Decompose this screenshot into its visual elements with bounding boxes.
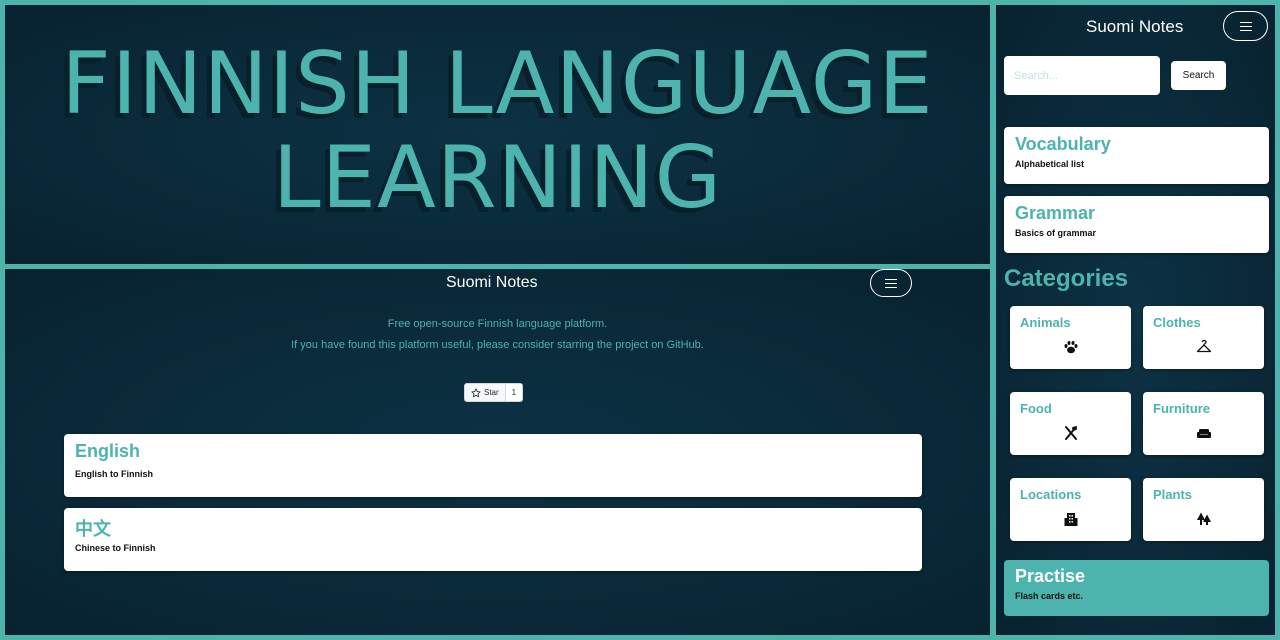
practise-card[interactable]: Practise Flash cards etc. (1004, 560, 1269, 616)
category-tile-food[interactable]: Food (1010, 392, 1131, 455)
grammar-subtitle: Basics of grammar (1015, 228, 1097, 238)
hanger-icon (1196, 339, 1211, 353)
trees-icon (1196, 512, 1211, 525)
site-title[interactable]: Suomi Notes (446, 274, 538, 292)
building-icon (1064, 513, 1077, 526)
category-label: Clothes (1153, 315, 1201, 330)
home-screenshot: Suomi Notes Free open-source Finnish lan… (5, 269, 990, 635)
category-label: Food (1020, 401, 1052, 416)
star-count[interactable]: 1 (505, 384, 523, 401)
site-title[interactable]: Suomi Notes (1086, 17, 1183, 37)
github-star-widget: Star 1 (464, 383, 524, 402)
category-tile-clothes[interactable]: Clothes (1143, 306, 1264, 369)
grammar-card[interactable]: Grammar Basics of grammar (1004, 196, 1269, 253)
language-card-title: 中文 (75, 519, 111, 539)
hamburger-icon (1239, 21, 1252, 31)
tagline-primary: Free open-source Finnish language platfo… (387, 318, 608, 330)
language-card-subtitle: English to Finnish (75, 469, 153, 479)
sidebar-screenshot: Suomi Notes Search Vocabulary Alphabetic… (996, 5, 1275, 635)
categories-heading: Categories (1004, 265, 1129, 292)
menu-toggle-button[interactable] (870, 269, 912, 297)
star-icon (471, 387, 481, 397)
vocabulary-card[interactable]: Vocabulary Alphabetical list (1004, 127, 1269, 184)
language-card-chinese[interactable]: 中文 Chinese to Finnish (64, 508, 922, 571)
hero-title-line-2: LEARNING (272, 128, 723, 228)
practise-title: Practise (1015, 566, 1086, 586)
hero-banner: FINNISH LANGUAGE LEARNING (5, 5, 990, 264)
paw-icon (1064, 341, 1077, 354)
category-label: Locations (1020, 487, 1082, 502)
search-button[interactable]: Search (1171, 61, 1226, 90)
practise-subtitle: Flash cards etc. (1015, 591, 1084, 601)
grammar-title: Grammar (1015, 203, 1096, 223)
vocabulary-subtitle: Alphabetical list (1015, 159, 1085, 169)
category-tile-animals[interactable]: Animals (1010, 306, 1131, 369)
category-tile-locations[interactable]: Locations (1010, 478, 1131, 541)
language-card-title: English (75, 441, 141, 461)
search-input[interactable] (1004, 56, 1160, 95)
menu-toggle-button[interactable] (1223, 11, 1268, 41)
utensils-icon (1064, 426, 1077, 440)
hamburger-icon (885, 278, 897, 288)
category-label: Animals (1020, 315, 1071, 330)
category-tile-furniture[interactable]: Furniture (1143, 392, 1264, 455)
hero-title: FINNISH LANGUAGE LEARNING (5, 37, 990, 225)
language-card-subtitle: Chinese to Finnish (75, 543, 156, 553)
language-card-english[interactable]: English English to Finnish (64, 434, 922, 497)
hero-title-line-1: FINNISH LANGUAGE (61, 34, 934, 134)
star-label: Star (484, 388, 499, 397)
tagline-secondary: If you have found this platform useful, … (291, 339, 704, 351)
category-label: Furniture (1153, 401, 1211, 416)
category-tile-plants[interactable]: Plants (1143, 478, 1264, 541)
category-label: Plants (1153, 487, 1193, 502)
github-star-button[interactable]: Star (465, 384, 506, 401)
couch-icon (1196, 429, 1211, 438)
vocabulary-title: Vocabulary (1015, 134, 1111, 154)
